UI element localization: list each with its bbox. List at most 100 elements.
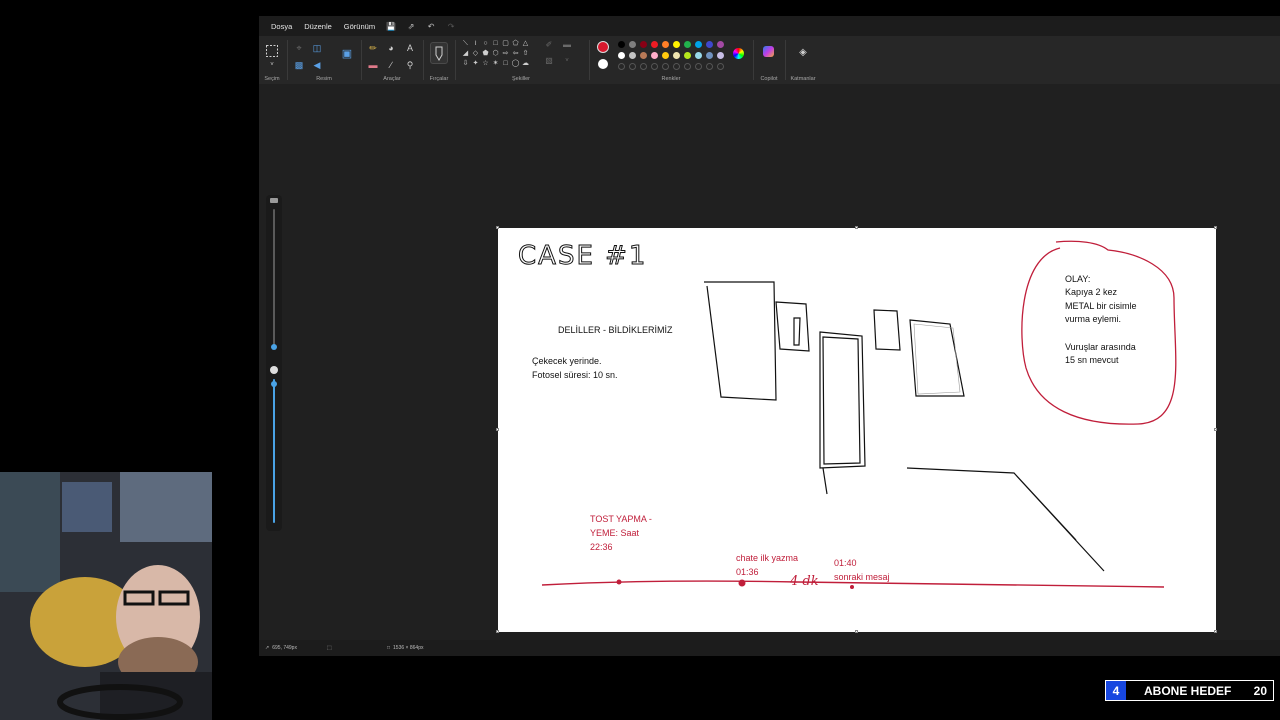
divider <box>361 40 362 80</box>
palette-color-swatch[interactable] <box>662 41 669 48</box>
share-icon[interactable]: ⇗ <box>401 22 421 31</box>
edit-colors-icon[interactable] <box>733 48 744 59</box>
sketch-box-1 <box>704 281 777 401</box>
layers-icon[interactable]: ◈ <box>797 48 809 58</box>
custom-color-slot[interactable] <box>673 63 680 70</box>
save-icon[interactable]: 💾 <box>381 22 401 31</box>
palette-color-swatch[interactable] <box>717 52 724 59</box>
arrow-left-shape-icon[interactable]: ⇦ <box>511 50 520 58</box>
paint-window: Dosya Düzenle Görünüm 💾 ⇗ ↶ ↷ ˅ Seçim ⌖ … <box>259 16 1280 656</box>
palette-color-swatch[interactable] <box>640 41 647 48</box>
oval-shape-icon[interactable]: ○ <box>481 40 490 48</box>
palette-color-swatch[interactable] <box>673 41 680 48</box>
palette-color-swatch[interactable] <box>684 41 691 48</box>
diamond-shape-icon[interactable]: ◇ <box>471 50 480 58</box>
outline-icon[interactable]: ✐ <box>543 40 555 50</box>
menu-bar: Dosya Düzenle Görünüm 💾 ⇗ ↶ ↷ <box>259 16 1280 36</box>
cloud-shape-icon[interactable]: ☁ <box>521 60 530 68</box>
opacity-slider[interactable] <box>271 381 277 387</box>
pencil-icon[interactable]: ✏ <box>367 43 379 53</box>
rectangle-shape-icon[interactable]: □ <box>491 40 500 48</box>
fill-dropdown-icon[interactable]: ˅ <box>561 56 573 66</box>
primary-color-swatch[interactable] <box>597 41 609 53</box>
selection-dropdown-icon[interactable]: ˅ <box>266 60 278 70</box>
text-icon[interactable]: A <box>404 43 416 53</box>
menu-edit[interactable]: Düzenle <box>298 22 338 31</box>
palette-color-swatch[interactable] <box>706 41 713 48</box>
menu-file[interactable]: Dosya <box>265 22 298 31</box>
callout-rect-shape-icon[interactable]: □ <box>501 60 510 68</box>
custom-color-slot[interactable] <box>717 63 724 70</box>
rotate-icon[interactable]: ▩ <box>293 60 305 70</box>
screen: Dosya Düzenle Görünüm 💾 ⇗ ↶ ↷ ˅ Seçim ⌖ … <box>0 0 1280 720</box>
polygon-shape-icon[interactable]: ⬠ <box>511 40 520 48</box>
fill-icon[interactable]: ◕ <box>385 43 397 53</box>
image-select-icon[interactable]: ▣ <box>341 49 353 60</box>
palette-color-swatch[interactable] <box>695 41 702 48</box>
palette-color-swatch[interactable] <box>618 52 625 59</box>
palette-color-swatch[interactable] <box>706 52 713 59</box>
shapes-group: ⟍ ≀ ○ □ ▢ ⬠ △ ◢ ◇ ⬟ ⬡ ⇨ ⇦ ⇧ ⇩ ✦ ☆ ✶ □ ◯ <box>457 36 585 84</box>
event-line: OLAY: <box>1065 274 1091 284</box>
pentagon-shape-icon[interactable]: ⬟ <box>481 50 490 58</box>
color-picker-icon[interactable]: ∕ <box>385 60 397 70</box>
custom-color-slot[interactable] <box>684 63 691 70</box>
hexagon-shape-icon[interactable]: ⬡ <box>491 50 500 58</box>
palette-color-swatch[interactable] <box>629 52 636 59</box>
toast-note-line: YEME: Saat <box>590 528 640 538</box>
callout-oval-shape-icon[interactable]: ◯ <box>511 60 520 68</box>
custom-color-slot[interactable] <box>651 63 658 70</box>
brush-size-slider[interactable] <box>271 344 277 350</box>
undo-icon[interactable]: ↶ <box>421 22 441 31</box>
custom-color-slot[interactable] <box>640 63 647 70</box>
palette-color-swatch[interactable] <box>695 52 702 59</box>
arrow-up-shape-icon[interactable]: ⇧ <box>521 50 530 58</box>
right-triangle-shape-icon[interactable]: ◢ <box>461 50 470 58</box>
palette-color-swatch[interactable] <box>651 52 658 59</box>
brush-icon[interactable] <box>430 42 448 64</box>
palette-color-swatch[interactable] <box>673 52 680 59</box>
opacity-track[interactable] <box>273 379 275 523</box>
chat-note-line: 01:36 <box>736 567 759 577</box>
fill-shape-icon[interactable]: ▧ <box>543 56 555 66</box>
crop-icon[interactable]: ⌖ <box>293 43 305 53</box>
drawing-canvas[interactable]: CASE #1 4 dk DELİLLER - BİLDİKLERİMİZ Çe… <box>496 226 1217 633</box>
timeline-marker <box>616 579 622 585</box>
palette-color-swatch[interactable] <box>662 52 669 59</box>
palette-color-swatch[interactable] <box>629 41 636 48</box>
star6-shape-icon[interactable]: ✶ <box>491 60 500 68</box>
sketch-box-5-shade <box>913 323 961 395</box>
triangle-shape-icon[interactable]: △ <box>521 40 530 48</box>
secondary-color-swatch[interactable] <box>598 59 608 69</box>
palette-color-swatch[interactable] <box>717 41 724 48</box>
evidence-line: Fotosel süresi: 10 sn. <box>532 370 618 380</box>
menu-view[interactable]: Görünüm <box>338 22 381 31</box>
eraser-icon[interactable]: ▬ <box>367 60 379 70</box>
divider <box>287 40 288 80</box>
line-shape-icon[interactable]: ⟍ <box>461 40 470 48</box>
curve-shape-icon[interactable]: ≀ <box>471 40 480 48</box>
palette-color-swatch[interactable] <box>651 41 658 48</box>
copilot-icon[interactable] <box>763 46 774 57</box>
custom-color-slot[interactable] <box>629 63 636 70</box>
arrow-down-shape-icon[interactable]: ⇩ <box>461 60 470 68</box>
palette-color-swatch[interactable] <box>640 52 647 59</box>
palette-color-swatch[interactable] <box>618 41 625 48</box>
redo-icon[interactable]: ↷ <box>441 22 461 31</box>
custom-color-slot[interactable] <box>695 63 702 70</box>
outline-dropdown-icon[interactable]: ▬ <box>561 40 573 50</box>
arrow-right-shape-icon[interactable]: ⇨ <box>501 50 510 58</box>
webcam-image <box>0 472 212 720</box>
star4-shape-icon[interactable]: ✦ <box>471 60 480 68</box>
star5-shape-icon[interactable]: ☆ <box>481 60 490 68</box>
custom-color-slot[interactable] <box>706 63 713 70</box>
custom-color-slot[interactable] <box>618 63 625 70</box>
select-rectangle-icon[interactable] <box>266 45 278 57</box>
resize-icon[interactable]: ◫ <box>311 43 323 53</box>
magnifier-icon[interactable]: ⚲ <box>404 60 416 70</box>
brush-size-track[interactable] <box>273 209 275 345</box>
custom-color-slot[interactable] <box>662 63 669 70</box>
rounded-rectangle-shape-icon[interactable]: ▢ <box>501 40 510 48</box>
flip-icon[interactable]: ◀ <box>311 60 323 70</box>
palette-color-swatch[interactable] <box>684 52 691 59</box>
